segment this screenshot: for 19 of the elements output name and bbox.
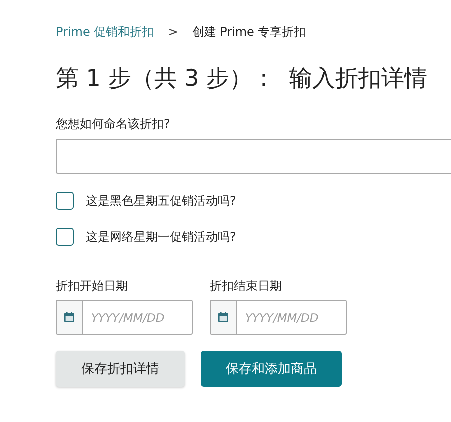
checkbox-label: 这是黑色星期五促销活动吗?	[86, 192, 236, 210]
date-field[interactable]: YYYY/MM/DD	[56, 300, 193, 335]
save-button[interactable]: 保存折扣详情	[56, 351, 185, 387]
date-label: 折扣开始日期	[56, 278, 129, 295]
step-indicator: 第 1 步（共 3 步）：	[56, 64, 276, 94]
date-label: 折扣结束日期	[210, 278, 283, 295]
checkbox[interactable]	[56, 228, 74, 246]
page-title: 输入折扣详情	[290, 64, 428, 94]
checkbox[interactable]	[56, 192, 74, 210]
name-input-field[interactable]	[56, 139, 451, 174]
calendar-icon[interactable]	[218, 312, 230, 323]
calendar-icon[interactable]	[64, 312, 76, 323]
field-label: 您想如何命名该折扣?	[56, 116, 172, 133]
breadcrumb-separator: >	[168, 25, 178, 39]
date-field[interactable]: YYYY/MM/DD	[210, 300, 347, 335]
breadcrumb-link[interactable]: Prime 促销和折扣	[56, 24, 154, 40]
breadcrumb-current: 创建 Prime 专享折扣	[192, 24, 306, 40]
save-and-add-button[interactable]: 保存和添加商品	[201, 351, 342, 387]
checkbox-label: 这是网络星期一促销活动吗?	[86, 228, 236, 246]
